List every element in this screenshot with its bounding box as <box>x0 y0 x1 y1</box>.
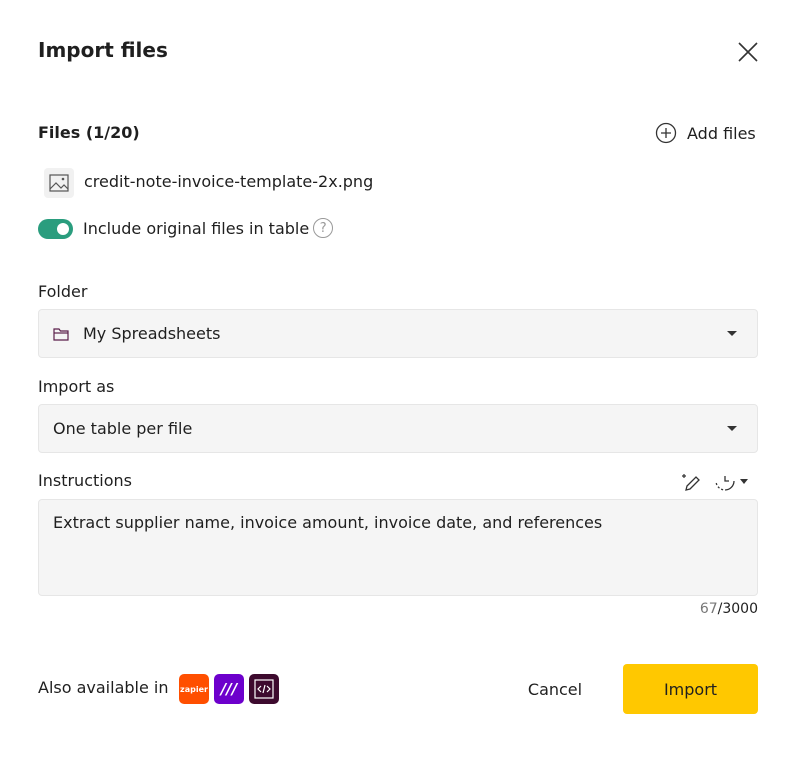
history-button[interactable] <box>714 470 748 492</box>
chevron-down-icon <box>740 478 748 484</box>
import-as-select[interactable]: One table per file <box>38 404 758 453</box>
zapier-logo-text: zapier <box>180 684 208 694</box>
add-files-button[interactable]: Add files <box>655 122 756 144</box>
history-clock-icon <box>715 471 735 491</box>
plus-circle-icon <box>655 122 677 144</box>
files-heading: Files (1/20) <box>38 123 140 142</box>
api-code-icon[interactable] <box>249 674 279 704</box>
instructions-label: Instructions <box>38 471 132 490</box>
close-icon[interactable] <box>736 40 760 64</box>
help-icon[interactable]: ? <box>313 218 334 238</box>
instructions-input[interactable]: Extract supplier name, invoice amount, i… <box>38 499 758 596</box>
cancel-button[interactable]: Cancel <box>510 664 600 714</box>
folder-label: Folder <box>38 282 88 301</box>
char-max: /3000 <box>717 601 758 617</box>
file-name: credit-note-invoice-template-2x.png <box>84 172 374 191</box>
magic-pencil-icon[interactable] <box>680 471 702 493</box>
make-icon[interactable]: /// <box>214 674 244 704</box>
import-as-value: One table per file <box>53 419 193 438</box>
image-icon <box>44 168 74 198</box>
folder-icon <box>53 327 69 341</box>
char-count: 67 <box>699 601 718 617</box>
dialog-title: Import files <box>38 38 168 62</box>
folder-select[interactable]: My Spreadsheets <box>38 309 758 358</box>
char-counter: 67/3000 <box>700 601 758 617</box>
chevron-down-icon <box>727 331 737 336</box>
include-original-toggle[interactable] <box>38 219 73 239</box>
toggle-label: Include original files in table <box>83 218 310 238</box>
add-files-label: Add files <box>687 123 756 143</box>
import-as-label: Import as <box>38 377 115 396</box>
also-available-label: Also available in <box>38 678 169 697</box>
folder-value: My Spreadsheets <box>83 324 221 343</box>
chevron-down-icon <box>727 426 737 431</box>
zapier-icon[interactable]: zapier <box>179 674 209 704</box>
import-button[interactable]: Import <box>623 664 758 714</box>
